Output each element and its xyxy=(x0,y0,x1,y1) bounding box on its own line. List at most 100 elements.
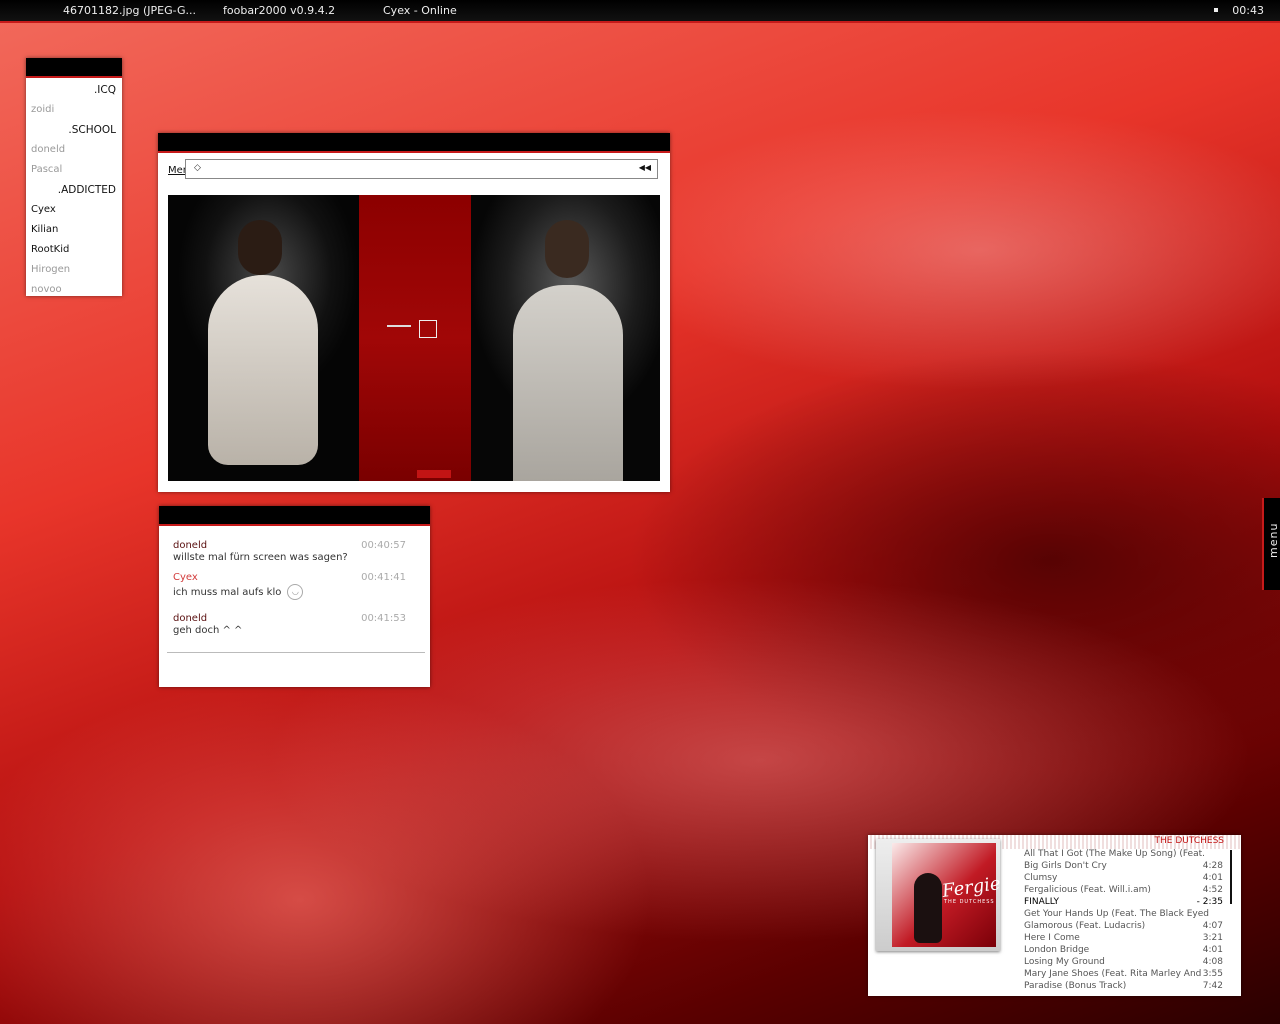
message-text: willste mal fürn screen was sagen? xyxy=(173,552,348,563)
woman-figure xyxy=(208,275,318,465)
contact-item[interactable]: Kilian xyxy=(26,220,122,240)
message-text: geh doch ^ ^ xyxy=(173,625,242,636)
track-title: Glamorous (Feat. Ludacris) xyxy=(1024,921,1146,931)
contact-item[interactable]: Pascal xyxy=(26,160,122,180)
contact-group[interactable]: .ADDICTED xyxy=(26,180,122,200)
playlist-track[interactable]: All That I Got (The Make Up Song) (Feat. xyxy=(1024,848,1223,860)
album-cover: Fergie THE DUTCHESS xyxy=(892,843,1002,947)
side-menu-label: menu xyxy=(1267,522,1280,558)
chat-message: Cyex ich muss mal aufs klo ◡ xyxy=(173,572,304,600)
message-timestamp: 00:41:53 xyxy=(361,613,406,624)
track-title: Paradise (Bonus Track) xyxy=(1024,981,1127,991)
track-duration: 3:21 xyxy=(1200,932,1223,944)
message-nick[interactable]: doneld xyxy=(173,613,242,624)
chat-window: doneld willste mal fürn screen was sagen?… xyxy=(159,506,430,687)
chat-message: doneld willste mal fürn screen was sagen? xyxy=(173,540,348,563)
center-caption xyxy=(387,325,411,327)
track-title: Here I Come xyxy=(1024,933,1080,943)
track-title: All That I Got (The Make Up Song) (Feat. xyxy=(1024,849,1205,859)
man-figure xyxy=(513,285,623,481)
photo-center-panel xyxy=(359,195,471,481)
track-duration: 4:52 xyxy=(1200,884,1223,896)
message-timestamp: 00:41:41 xyxy=(361,572,406,583)
contact-item[interactable]: RootKid xyxy=(26,240,122,260)
playlist: All That I Got (The Make Up Song) (Feat.… xyxy=(1024,848,1223,992)
track-title: Fergalicious (Feat. Will.i.am) xyxy=(1024,885,1151,895)
man-head xyxy=(545,220,589,278)
playlist-track[interactable]: Clumsy 4:01 xyxy=(1024,872,1223,884)
message-nick[interactable]: Cyex xyxy=(173,572,303,583)
message-timestamp: 00:40:57 xyxy=(361,540,406,551)
contact-item[interactable]: novoo xyxy=(26,280,122,300)
chat-titlebar[interactable] xyxy=(159,506,430,526)
playlist-scrollbar[interactable] xyxy=(1230,850,1232,904)
contact-group[interactable]: .SCHOOL xyxy=(26,120,122,140)
photo-right-panel xyxy=(471,195,660,481)
track-title: Clumsy xyxy=(1024,873,1058,883)
track-duration: 4:01 xyxy=(1200,872,1223,884)
track-title: Losing My Ground xyxy=(1024,957,1105,967)
album-title: THE DUTCHESS xyxy=(1154,836,1224,846)
taskbar: 46701182.jpg (JPEG-G... foobar2000 v0.9.… xyxy=(0,0,1280,23)
contact-item[interactable]: zoidi xyxy=(26,100,122,120)
playlist-track[interactable]: Get Your Hands Up (Feat. The Black Eyed xyxy=(1024,908,1223,920)
clock: 00:43 xyxy=(1232,4,1264,17)
image-viewer-window: Menu ◇ ◀◀ xyxy=(158,133,670,492)
track-duration: 3:55 xyxy=(1200,968,1223,980)
playlist-track[interactable]: Here I Come 3:21 xyxy=(1024,932,1223,944)
diamond-icon: ◇ xyxy=(194,163,201,173)
music-player-window: THE DUTCHESS Fergie THE DUTCHESS All Tha… xyxy=(868,835,1241,996)
center-footer-bar xyxy=(417,470,451,478)
track-title: London Bridge xyxy=(1024,945,1090,955)
playlist-track[interactable]: FINALLY - 2:35 xyxy=(1024,896,1223,908)
playlist-track[interactable]: London Bridge 4:01 xyxy=(1024,944,1223,956)
contact-item[interactable]: Hirogen xyxy=(26,260,122,280)
viewer-toolbar: Menu ◇ ◀◀ xyxy=(158,153,670,193)
track-duration: 4:08 xyxy=(1200,956,1223,968)
track-title: Get Your Hands Up (Feat. The Black Eyed xyxy=(1024,909,1209,919)
track-title: Mary Jane Shoes (Feat. Rita Marley And xyxy=(1024,969,1202,979)
contact-list-window: .ICQ zoidi .SCHOOL doneld Pascal .ADDICTED Cye… xyxy=(26,58,122,296)
message-text: ich muss mal aufs klo ◡ xyxy=(173,584,304,600)
smiley-icon: ◡ xyxy=(287,584,304,600)
cover-artist: Fergie xyxy=(940,873,1002,902)
contact-group[interactable]: .ICQ xyxy=(26,80,122,100)
playlist-track[interactable]: Losing My Ground 4:08 xyxy=(1024,956,1223,968)
cover-subtitle: THE DUTCHESS xyxy=(944,899,995,905)
track-duration: 7:42 xyxy=(1200,980,1223,992)
contact-list-titlebar[interactable] xyxy=(26,58,122,78)
track-duration: 4:28 xyxy=(1200,860,1223,872)
playlist-track[interactable]: Big Girls Don't Cry 4:28 xyxy=(1024,860,1223,872)
playlist-track[interactable]: Paradise (Bonus Track) 7:42 xyxy=(1024,980,1223,992)
cover-person xyxy=(914,873,942,943)
track-title: Big Girls Don't Cry xyxy=(1024,861,1107,871)
side-menu-tab[interactable]: menu xyxy=(1262,498,1280,590)
contact-item[interactable]: doneld xyxy=(26,140,122,160)
message-nick[interactable]: doneld xyxy=(173,540,348,551)
playlist-track[interactable]: Glamorous (Feat. Ludacris) 4:07 xyxy=(1024,920,1223,932)
chat-message: doneld geh doch ^ ^ xyxy=(173,613,242,636)
contact-list: .ICQ zoidi .SCHOOL doneld Pascal .ADDICTED Cye… xyxy=(26,78,122,300)
task-image-viewer[interactable]: 46701182.jpg (JPEG-G... xyxy=(63,4,196,17)
photo-left-panel xyxy=(168,195,359,481)
track-duration: 4:01 xyxy=(1200,944,1223,956)
tray-icon[interactable] xyxy=(1214,8,1218,12)
chat-divider xyxy=(167,652,425,653)
woman-head xyxy=(238,220,282,275)
rewind-icon[interactable]: ◀◀ xyxy=(639,163,651,172)
playlist-track[interactable]: Mary Jane Shoes (Feat. Rita Marley And 3:… xyxy=(1024,968,1223,980)
track-duration: - 2:35 xyxy=(1194,896,1223,908)
contact-item[interactable]: Cyex xyxy=(26,200,122,220)
playlist-track[interactable]: Fergalicious (Feat. Will.i.am) 4:52 xyxy=(1024,884,1223,896)
displayed-image xyxy=(168,195,660,481)
task-foobar[interactable]: foobar2000 v0.9.4.2 xyxy=(223,4,335,17)
message-text-content: ich muss mal aufs klo xyxy=(173,587,282,598)
message-text-content: willste mal fürn screen was sagen? xyxy=(173,552,348,563)
track-title: FINALLY xyxy=(1024,897,1060,907)
message-text-content: geh doch ^ ^ xyxy=(173,625,243,636)
image-viewer-titlebar[interactable] xyxy=(158,133,670,153)
track-duration: 4:07 xyxy=(1200,920,1223,932)
task-chat[interactable]: Cyex - Online xyxy=(383,4,457,17)
address-bar[interactable]: ◇ ◀◀ xyxy=(185,159,658,179)
center-logo-icon xyxy=(419,320,437,338)
